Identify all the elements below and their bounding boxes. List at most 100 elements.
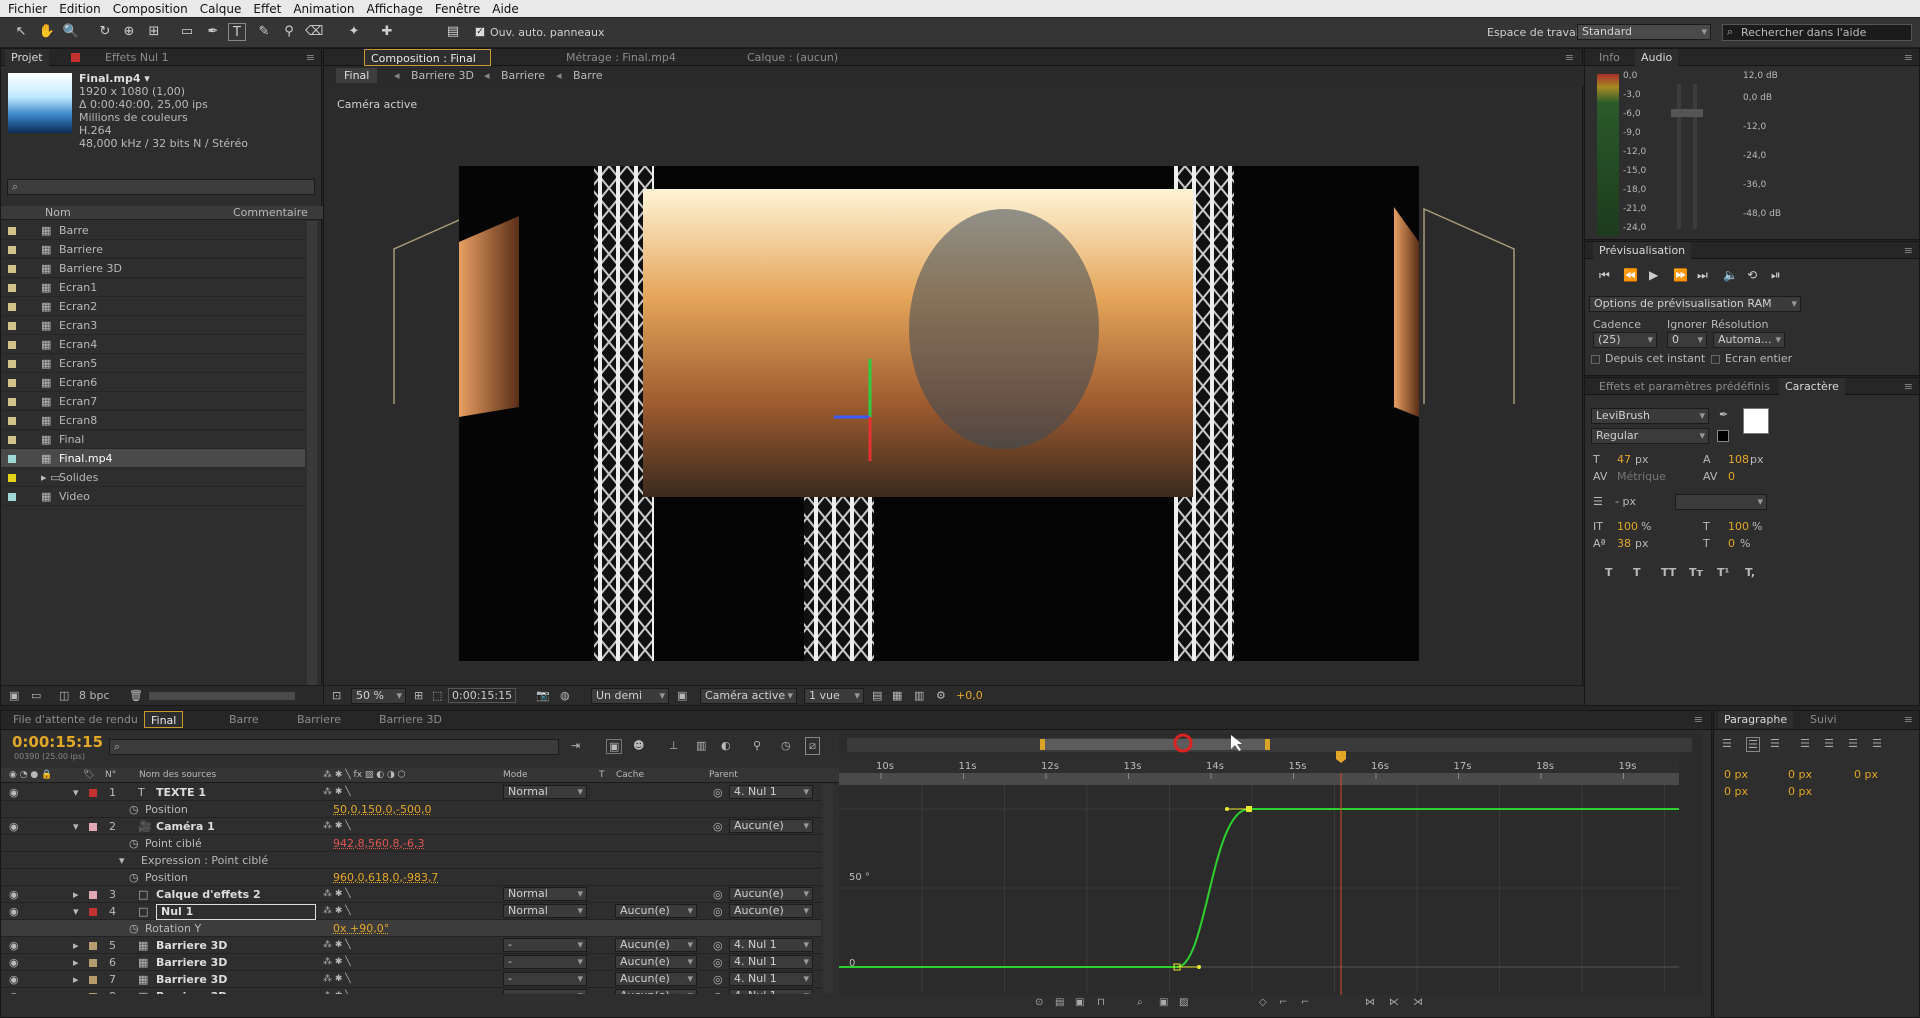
pickwhip-icon[interactable]: ◎ xyxy=(713,784,723,801)
view-layout-select[interactable]: 1 vue xyxy=(804,688,864,704)
panel-menu-icon[interactable]: ≡ xyxy=(1904,244,1913,257)
visibility-icon[interactable]: ◉ xyxy=(9,937,19,954)
visibility-icon[interactable]: ◉ xyxy=(9,954,19,971)
pan-behind-icon[interactable]: ⊞ xyxy=(145,23,163,41)
rectangle-tool-icon[interactable]: ▭ xyxy=(178,23,196,41)
pickwhip-icon[interactable]: ◎ xyxy=(713,988,723,994)
property-row[interactable]: ◷ Position 960,0,618,0,-983,7 xyxy=(1,869,821,886)
tab-project[interactable]: Projet xyxy=(5,49,49,66)
project-item[interactable]: ▦ Ecran5 xyxy=(1,354,305,373)
font-size-value[interactable]: 47 xyxy=(1617,453,1631,466)
tab-footage[interactable]: Métrage : Final.mp4 xyxy=(560,49,682,66)
tab-effects-presets[interactable]: Effets et paramètres prédéfinis xyxy=(1593,378,1776,395)
project-scrollbar[interactable] xyxy=(307,221,317,691)
loop-icon[interactable]: ⟲ xyxy=(1747,268,1757,282)
hide-shy-icon[interactable]: ☻ xyxy=(633,739,644,752)
blend-mode-select[interactable]: Normal xyxy=(503,785,587,799)
layer-color-swatch[interactable] xyxy=(89,993,97,994)
project-item[interactable]: ▦ Ecran7 xyxy=(1,392,305,411)
expand-twirl-icon[interactable]: ▾ xyxy=(73,903,79,920)
resolution-select[interactable]: Automa... xyxy=(1713,332,1785,348)
visibility-icon[interactable]: ◉ xyxy=(9,988,19,994)
brainstorm-icon[interactable]: ◐ xyxy=(721,739,731,752)
label-color-swatch[interactable] xyxy=(8,303,16,311)
indent-right-value[interactable]: 0 px xyxy=(1788,768,1812,781)
last-frame-icon[interactable]: ⏭ xyxy=(1697,268,1708,283)
label-color-swatch[interactable] xyxy=(8,341,16,349)
bezier-handle-in[interactable] xyxy=(1225,807,1229,811)
timeline-icon[interactable]: ▥ xyxy=(914,689,924,702)
comp-mini-flowchart-icon[interactable]: ⇥ xyxy=(571,739,580,752)
track-matte-select[interactable]: Aucun(e) xyxy=(615,904,697,918)
layer-color-swatch[interactable] xyxy=(89,789,97,797)
layer-switches[interactable]: ⁂ ✱ ╲ xyxy=(323,886,351,903)
motion-blur-icon[interactable]: ▥ xyxy=(696,739,706,752)
panel-menu-icon[interactable]: ≡ xyxy=(1904,51,1913,64)
baseline-value[interactable]: 38 xyxy=(1617,537,1631,550)
tab-render-queue[interactable]: File d'attente de rendu xyxy=(7,711,144,728)
layer-row[interactable]: ◉ ▸ 6 ▦ Barriere 3D ⁂ ✱ ╲ - Aucun(e) ◎ 4. Nul 1 xyxy=(1,954,821,971)
property-value[interactable]: 50,0,150,0,-500,0 xyxy=(333,801,431,818)
resolution-select[interactable]: Un demi xyxy=(591,688,669,704)
layer-switches[interactable]: ⁂ ✱ ╲ xyxy=(323,954,351,971)
current-time-display[interactable]: 0:00:15:15 xyxy=(448,688,517,703)
project-item[interactable]: ▦ Barriere xyxy=(1,240,305,259)
label-color-swatch[interactable] xyxy=(8,227,16,235)
blend-mode-select[interactable]: Normal xyxy=(503,904,587,918)
stopwatch-icon[interactable]: ◷ xyxy=(129,920,139,937)
expand-twirl-icon[interactable]: ▾ xyxy=(73,818,79,835)
workspace-select[interactable]: Standard xyxy=(1577,24,1711,40)
layer-row[interactable]: ◉ ▸ 8 ▦ Barriere 3D ⁂ ✱ ╲ - Aucun(e) ◎ 4. Nul 1 xyxy=(1,988,821,994)
layer-color-swatch[interactable] xyxy=(89,908,97,916)
safe-zones-icon[interactable]: ⊞ xyxy=(414,689,423,702)
project-item[interactable]: ▦ Barre xyxy=(1,221,305,240)
panel-menu-icon[interactable]: ≡ xyxy=(1694,713,1703,726)
zoom-tool-icon[interactable]: 🔍 xyxy=(62,23,80,41)
layer-color-swatch[interactable] xyxy=(89,976,97,984)
column-name[interactable]: Nom xyxy=(45,206,71,219)
cadence-select[interactable]: (25) xyxy=(1593,332,1657,348)
align-center-icon[interactable]: ☰ xyxy=(1746,737,1760,752)
project-search-input[interactable]: ⌕ xyxy=(7,179,315,195)
font-family-select[interactable]: LeviBrush xyxy=(1591,408,1709,424)
track-matte-select[interactable]: Aucun(e) xyxy=(615,972,697,986)
crumb-barre[interactable]: Barre xyxy=(573,69,603,82)
pen-tool-icon[interactable]: ✒ xyxy=(204,23,222,41)
layer-row[interactable]: ◉ ▸ 5 ▦ Barriere 3D ⁂ ✱ ╲ - Aucun(e) ◎ 4. Nul 1 xyxy=(1,937,821,954)
expand-twirl-icon[interactable]: ▾ xyxy=(73,784,79,801)
parent-select[interactable]: Aucun(e) xyxy=(729,819,813,833)
property-value[interactable]: 0x +90,0° xyxy=(333,920,389,937)
horizontal-scale-value[interactable]: 100 xyxy=(1728,520,1749,533)
work-area-range[interactable] xyxy=(839,773,1679,785)
layer-color-swatch[interactable] xyxy=(89,942,97,950)
expand-twirl-icon[interactable]: ▸ xyxy=(73,886,79,903)
project-item[interactable]: ▦ Ecran3 xyxy=(1,316,305,335)
column-comment[interactable]: Commentaire xyxy=(233,206,308,219)
stopwatch-icon[interactable]: ◷ xyxy=(129,869,139,886)
expand-twirl-icon[interactable]: ▸ xyxy=(73,937,79,954)
layer-color-swatch[interactable] xyxy=(89,823,97,831)
parent-select[interactable]: 4. Nul 1 xyxy=(729,938,813,952)
project-item[interactable]: ▦ Final xyxy=(1,430,305,449)
tab-composition[interactable]: Composition : Final xyxy=(364,49,491,66)
layer-switches[interactable]: ⁂ ✱ ╲ xyxy=(323,903,351,920)
crumb-barriere3d[interactable]: Barriere 3D xyxy=(411,69,474,82)
first-frame-icon[interactable]: ⏮ xyxy=(1599,268,1610,283)
tab-effects-null[interactable]: Effets Nul 1 xyxy=(99,49,175,66)
crumb-final[interactable]: Final xyxy=(336,68,378,83)
label-color-swatch[interactable] xyxy=(8,360,16,368)
panel-menu-icon[interactable]: ≡ xyxy=(1904,713,1913,726)
tab-tracker[interactable]: Suivi xyxy=(1804,711,1843,728)
layer-color-swatch[interactable] xyxy=(89,891,97,899)
tab-audio[interactable]: Audio xyxy=(1635,49,1679,66)
layer-name[interactable]: TEXTE 1 xyxy=(156,784,206,801)
text-tool-icon[interactable]: T xyxy=(228,23,246,41)
camera-select[interactable]: Caméra active xyxy=(700,688,797,704)
parent-select[interactable]: 4. Nul 1 xyxy=(729,955,813,969)
label-color-swatch[interactable] xyxy=(8,417,16,425)
layer-row[interactable]: ◉ ▸ 3 □ Calque d'effets 2 ⁂ ✱ ╲ Normal ◎ Aucun(e… xyxy=(1,886,821,903)
expand-twirl-icon[interactable]: ▸ xyxy=(73,954,79,971)
property-row[interactable]: ▾ Expression : Point ciblé xyxy=(1,852,821,869)
track-matte-select[interactable]: Aucun(e) xyxy=(615,938,697,952)
blend-mode-select[interactable]: - xyxy=(503,955,587,969)
